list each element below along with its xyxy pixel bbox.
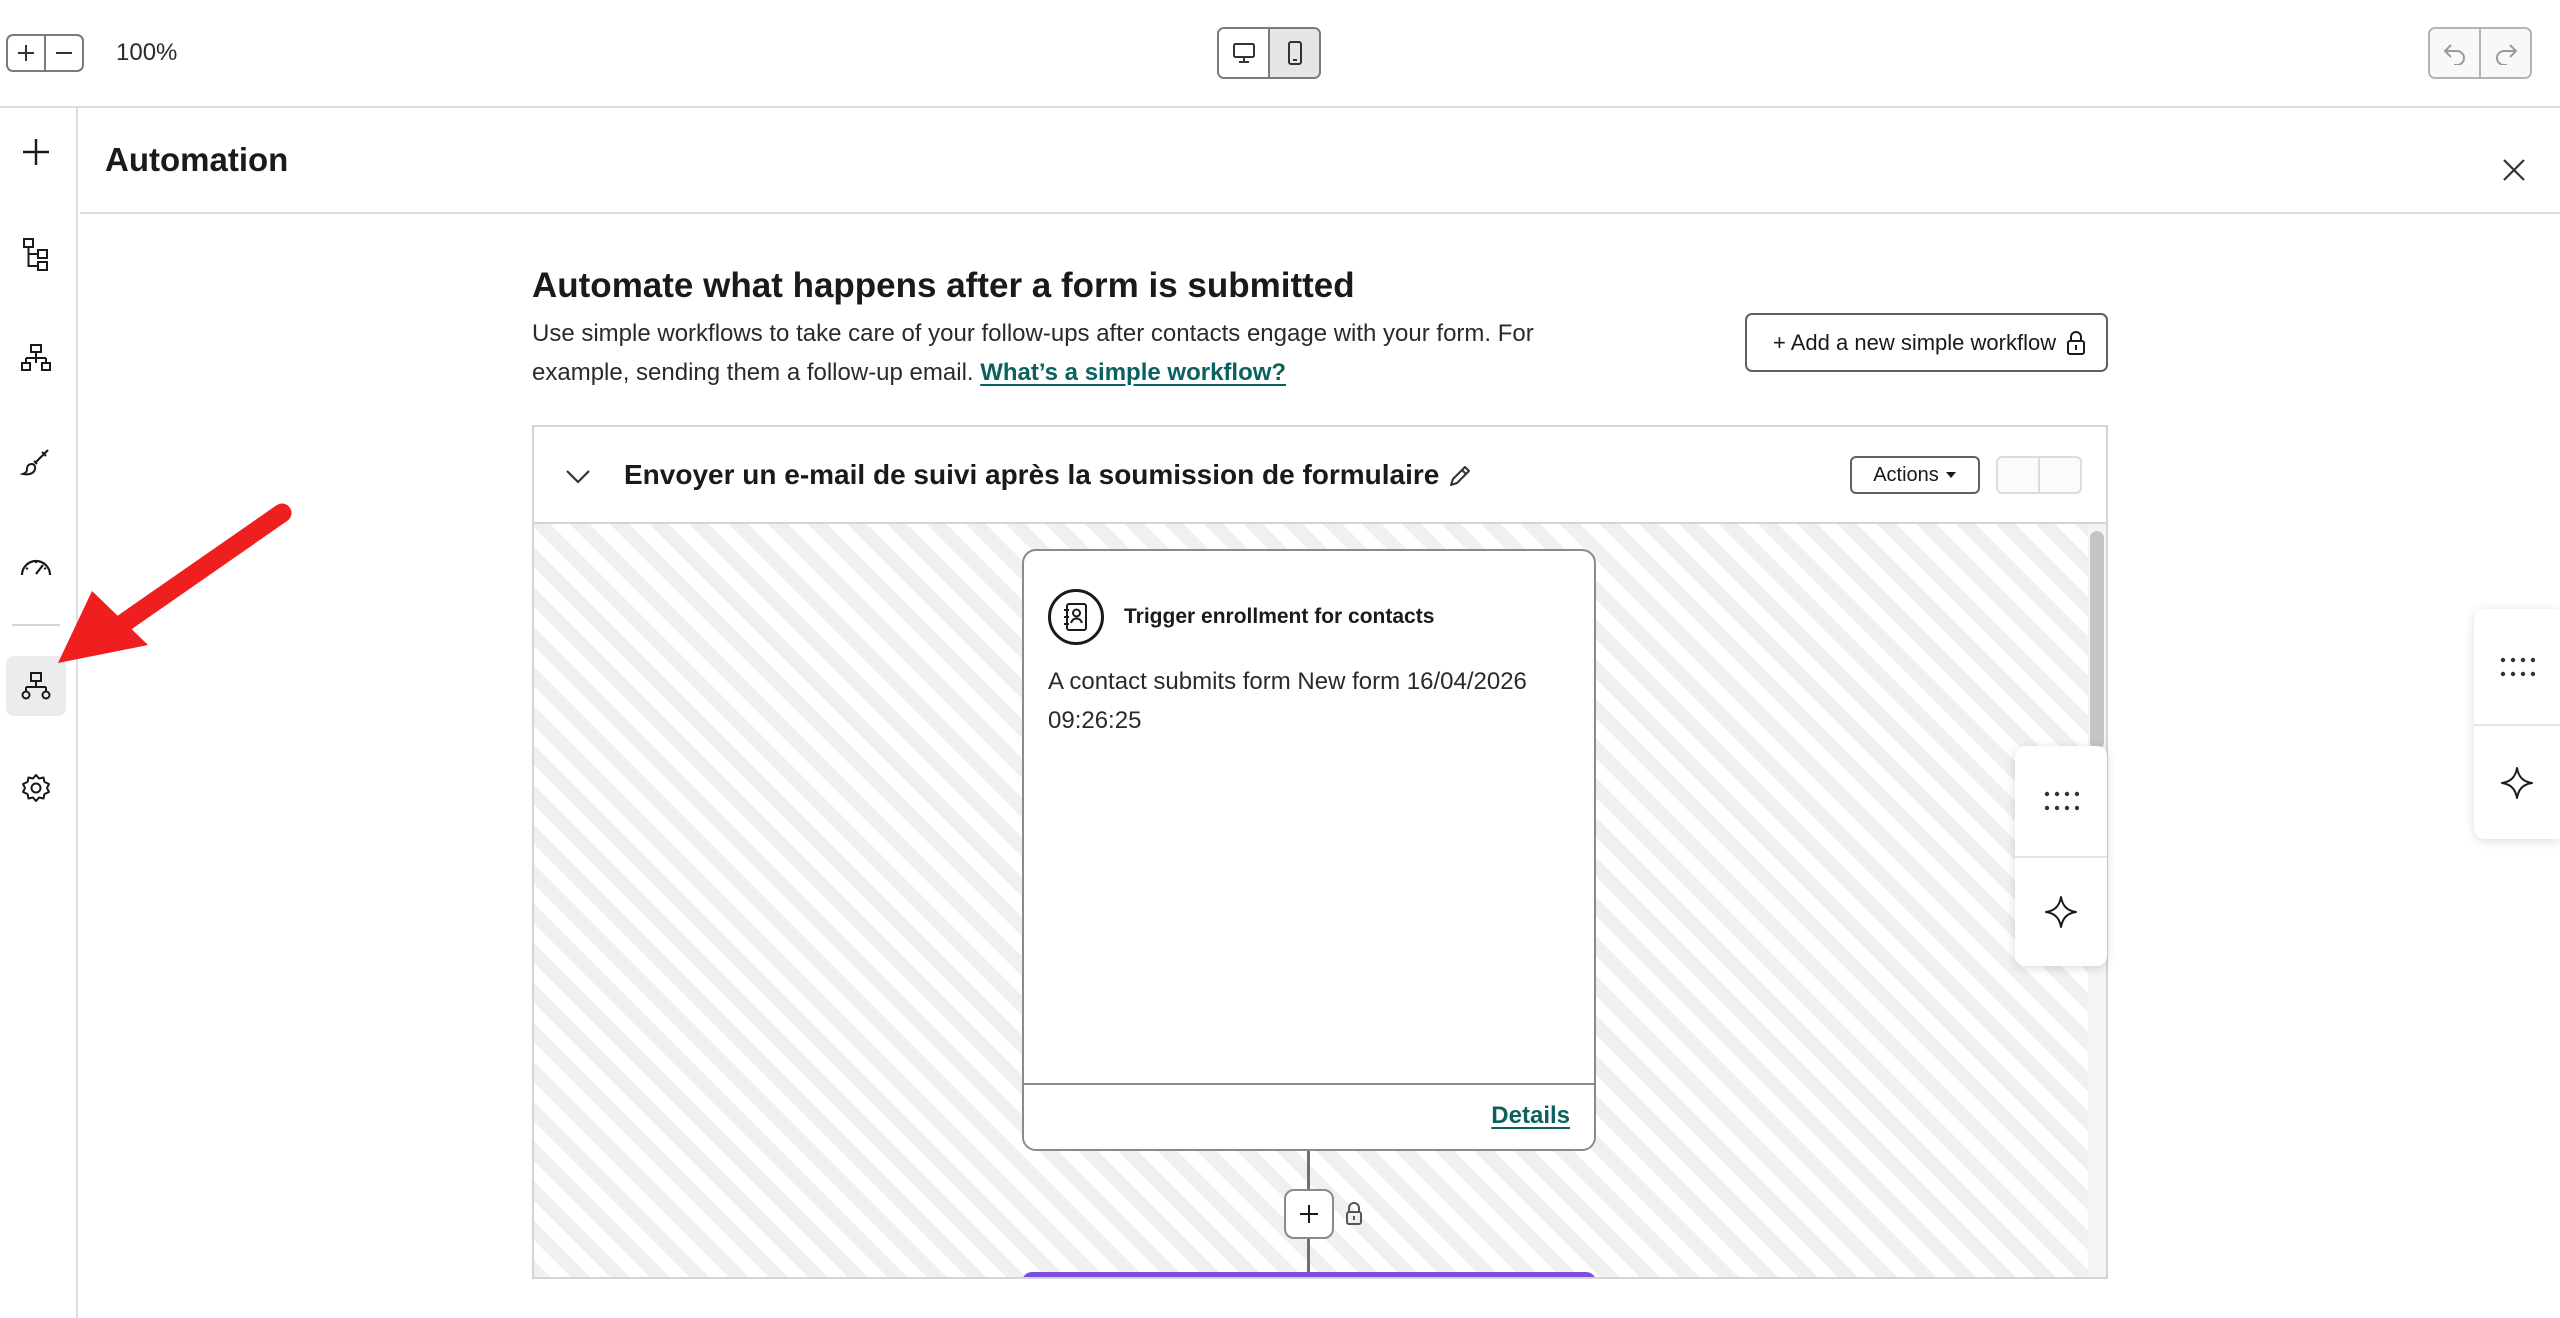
zoom-out-button[interactable]: [44, 36, 82, 70]
sparkle-icon: [2045, 896, 2077, 928]
panel-title: Automation: [105, 141, 289, 178]
zoom-controls: [6, 34, 84, 72]
page-grid-button[interactable]: [2474, 609, 2560, 724]
dots-grid-icon: [2500, 657, 2535, 676]
sidebar-item-style[interactable]: [6, 432, 66, 492]
close-icon: [2503, 159, 2525, 181]
hierarchy-icon: [21, 344, 51, 371]
page-tools: [2474, 609, 2560, 839]
pencil-icon: [1450, 466, 1470, 486]
add-step-button[interactable]: [1284, 1189, 1334, 1239]
plus-icon: [23, 139, 49, 165]
undo-icon: [2443, 44, 2465, 65]
lock-icon: [2067, 330, 2086, 355]
contact-book-icon: [1064, 603, 1087, 631]
collapse-workflow-button[interactable]: [562, 461, 594, 493]
lock-icon: [1346, 1202, 1362, 1225]
edit-workflow-name-button[interactable]: [1444, 460, 1476, 492]
workflow-toggle[interactable]: [1996, 456, 2082, 494]
dots-grid-icon: [2044, 791, 2079, 811]
page-description: Use simple workflows to take care of you…: [532, 314, 1612, 392]
actions-dropdown[interactable]: Actions: [1850, 456, 1980, 494]
speedometer-icon: [20, 559, 52, 576]
page-heading: Automate what happens after a form is su…: [532, 266, 1355, 305]
workflow-canvas[interactable]: Trigger enrollment for contacts A contac…: [534, 524, 2088, 1277]
canvas-ai-button[interactable]: [2015, 856, 2107, 966]
tree-structure-icon: [23, 238, 48, 271]
trigger-footer: Details: [1024, 1083, 1594, 1149]
next-step-card[interactable]: [1022, 1272, 1596, 1277]
add-simple-workflow-button[interactable]: + Add a new simple workflow: [1745, 313, 2108, 372]
sidebar-divider: [12, 624, 60, 626]
panel-header: Automation: [80, 108, 2560, 214]
close-panel-button[interactable]: [2498, 154, 2530, 186]
caret-down-icon: [1945, 472, 1956, 478]
sidebar-item-structure[interactable]: [6, 224, 66, 284]
simple-workflow-help-link[interactable]: What’s a simple workflow?: [980, 359, 1286, 386]
trigger-card[interactable]: Trigger enrollment for contacts A contac…: [1022, 549, 1596, 1151]
workflow-card: Envoyer un e-mail de suivi après la soum…: [532, 425, 2108, 1279]
toggle-on-side: [2038, 458, 2080, 492]
sidebar-item-hierarchy[interactable]: [6, 328, 66, 388]
desktop-icon: [1232, 43, 1255, 63]
trigger-icon-badge: [1048, 589, 1104, 645]
desktop-view-button[interactable]: [1219, 29, 1268, 77]
connector-line: [1307, 1151, 1310, 1189]
workflow-icon: [21, 672, 51, 700]
sparkle-icon: [2501, 766, 2533, 799]
minus-icon: [56, 52, 72, 54]
canvas-tools: [2015, 746, 2107, 966]
history-controls: [2428, 27, 2532, 79]
left-sidebar: [0, 108, 78, 1318]
zoom-in-button[interactable]: [8, 36, 44, 70]
add-step-lock: [1342, 1200, 1366, 1228]
gear-icon: [22, 774, 50, 802]
redo-icon: [2495, 44, 2517, 65]
zoom-level: 100%: [116, 39, 178, 66]
top-toolbar: 100%: [0, 0, 2560, 108]
trigger-title: Trigger enrollment for contacts: [1124, 605, 1435, 628]
plus-icon: [18, 45, 34, 61]
annotation-arrow-icon: [58, 503, 292, 663]
chevron-down-icon: [566, 470, 590, 484]
actions-label: Actions: [1873, 463, 1939, 486]
toggle-off-side: [1998, 458, 2038, 492]
canvas-grid-button[interactable]: [2015, 746, 2107, 856]
mobile-icon: [1287, 41, 1302, 65]
device-toggle: [1217, 27, 1321, 79]
page-ai-button[interactable]: [2474, 724, 2560, 839]
plus-icon: [1300, 1205, 1318, 1223]
trigger-description: A contact submits form New form 16/04/20…: [1048, 668, 1527, 734]
trigger-details-link[interactable]: Details: [1491, 1101, 1570, 1131]
sidebar-item-settings[interactable]: [6, 758, 66, 818]
add-workflow-label: + Add a new simple workflow: [1773, 329, 2057, 355]
sidebar-item-automation[interactable]: [6, 656, 66, 716]
paintbrush-icon: [20, 449, 49, 476]
canvas-scrollbar-thumb[interactable]: [2090, 531, 2104, 749]
undo-button[interactable]: [2430, 29, 2479, 77]
sidebar-item-add[interactable]: [6, 122, 66, 182]
mobile-view-button[interactable]: [1268, 29, 1319, 77]
workflow-name: Envoyer un e-mail de suivi après la soum…: [624, 459, 1440, 490]
sidebar-item-performance[interactable]: [6, 536, 66, 596]
workflow-header: Envoyer un e-mail de suivi après la soum…: [534, 427, 2106, 524]
redo-button[interactable]: [2479, 29, 2530, 77]
